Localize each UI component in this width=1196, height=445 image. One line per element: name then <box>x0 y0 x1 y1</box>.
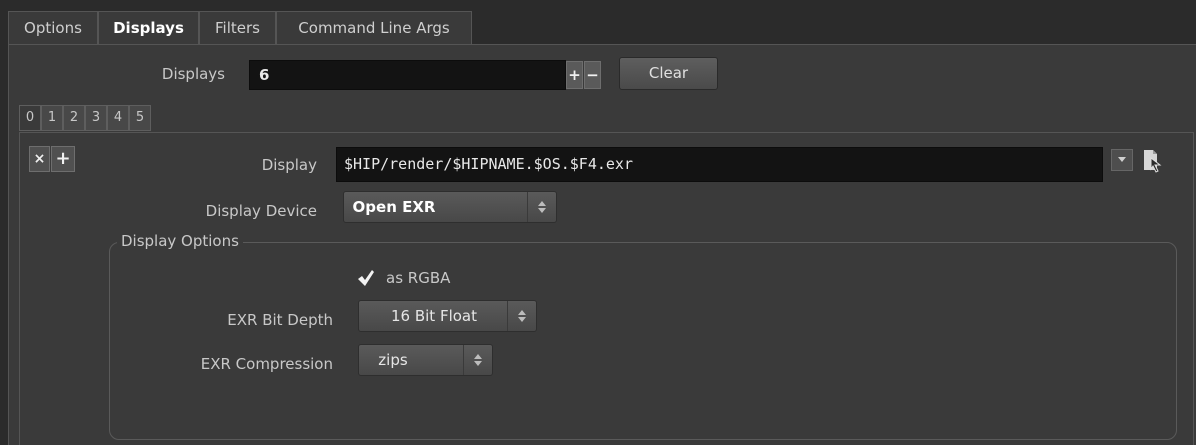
exr-compression-label: EXR Compression <box>200 355 333 373</box>
display-label: Display <box>261 156 317 174</box>
up-down-arrows-icon <box>463 345 492 375</box>
displays-count-label: Displays <box>161 65 225 83</box>
checkmark-icon <box>358 270 374 286</box>
exr-compression-value: zips <box>378 351 408 369</box>
up-down-arrows-icon <box>507 301 536 331</box>
display-tab-0[interactable]: 0 <box>19 105 41 131</box>
tab-bar: Options Displays Filters Command Line Ar… <box>0 0 1196 44</box>
display-device-value: Open EXR <box>352 198 436 216</box>
displays-panel: Displays 6 + − Clear 0 1 2 3 4 5 × + Dis… <box>8 44 1196 445</box>
display-tab-4[interactable]: 4 <box>107 105 129 131</box>
display-path-input[interactable]: $HIP/render/$HIPNAME.$OS.$F4.exr <box>336 147 1103 182</box>
as-rgba-checkbox[interactable] <box>356 268 376 288</box>
display-options-title: Display Options <box>117 232 243 250</box>
dropdown-arrow-icon[interactable] <box>1111 149 1133 171</box>
exr-compression-select[interactable]: zips <box>358 344 493 376</box>
tab-displays[interactable]: Displays <box>98 11 199 44</box>
display-tab-1[interactable]: 1 <box>41 105 63 131</box>
exr-bit-depth-select[interactable]: 16 Bit Float <box>358 300 537 332</box>
add-display-button[interactable]: + <box>566 61 583 89</box>
display-tab-3[interactable]: 3 <box>85 105 107 131</box>
as-rgba-label: as RGBA <box>386 269 451 287</box>
display-tab-5[interactable]: 5 <box>129 105 151 131</box>
exr-bit-depth-value: 16 Bit Float <box>390 307 477 325</box>
tab-filters[interactable]: Filters <box>199 11 276 44</box>
remove-display-button[interactable]: − <box>584 61 601 89</box>
exr-bit-depth-label: EXR Bit Depth <box>227 311 333 329</box>
display-device-select[interactable]: Open EXR <box>343 191 557 223</box>
display-tab-2[interactable]: 2 <box>63 105 85 131</box>
clear-button[interactable]: Clear <box>619 57 718 90</box>
file-chooser-icon[interactable] <box>1141 148 1163 174</box>
display-device-label: Display Device <box>205 202 317 220</box>
up-down-arrows-icon <box>527 192 556 222</box>
tab-command-line-args[interactable]: Command Line Args <box>276 11 472 44</box>
tab-options[interactable]: Options <box>8 11 98 44</box>
displays-count-input[interactable]: 6 <box>249 60 566 90</box>
add-instance-button[interactable]: + <box>51 146 75 172</box>
remove-instance-button[interactable]: × <box>29 146 50 172</box>
display-options-group <box>109 242 1177 440</box>
